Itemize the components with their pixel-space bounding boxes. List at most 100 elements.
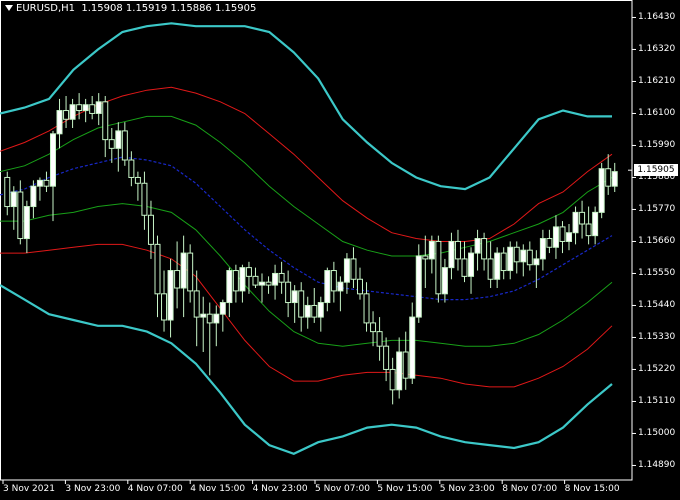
candle-bear [17, 191, 24, 240]
candle-bear [605, 168, 612, 187]
ohlc-values: 1.15908 1.15919 1.15886 1.15905 [81, 3, 257, 14]
price-tick-label: 1.16320 [638, 44, 676, 55]
candle-bull [539, 238, 546, 260]
candle-bear [363, 293, 370, 324]
candle-bear [487, 258, 494, 280]
candle-bear [461, 258, 468, 277]
time-tick-label: 3 Nov 2021 [3, 484, 55, 494]
candle-bear [245, 267, 252, 277]
candle-bear [330, 270, 337, 292]
candle-bear [187, 252, 194, 292]
candle-bull [95, 101, 102, 114]
candle-bear [4, 176, 11, 208]
candle-bear [298, 290, 305, 318]
candle-bull [337, 281, 344, 292]
candle-bear [389, 368, 396, 391]
candle-bull [592, 211, 599, 237]
candle-bear [546, 238, 553, 248]
candle-bull [507, 246, 514, 272]
candle-bear [559, 226, 566, 242]
candle-bear [174, 270, 181, 289]
price-tick-label: 1.15110 [638, 396, 676, 407]
candle-bull [200, 313, 207, 318]
price-tick-label: 1.16210 [638, 76, 676, 87]
candle-bull [239, 267, 246, 292]
symbol-label: EURUSD,H1 [16, 3, 76, 14]
candle-bear [252, 275, 259, 286]
candle-bear [43, 179, 50, 187]
candle-bear [134, 176, 141, 184]
candle-bear [585, 223, 592, 237]
candle-bear [128, 159, 135, 178]
candle-bear [63, 110, 70, 120]
candle-bear [108, 139, 115, 149]
price-tick-label: 1.16100 [638, 108, 676, 119]
price-tick-label: 1.15770 [638, 204, 676, 215]
candle-bull [598, 168, 605, 213]
candle-bear [481, 238, 488, 260]
candle-bear [102, 101, 109, 141]
time-tick-label: 8 Nov 15:00 [564, 484, 620, 494]
candle-bear [383, 345, 390, 370]
candle-bull [10, 191, 17, 208]
price-tick-label: 1.15440 [638, 300, 676, 311]
price-tick-label: 1.15990 [638, 140, 676, 151]
candle-bull [30, 185, 37, 208]
candle-bear [147, 214, 154, 245]
candle-bear [89, 104, 96, 114]
candle-bull [552, 226, 559, 248]
candle-bull [167, 270, 174, 321]
time-tick-label: 5 Nov 15:00 [377, 484, 433, 494]
band-inner-upper [0, 115, 613, 257]
candle-bull [396, 351, 403, 391]
candle-bear [500, 252, 507, 272]
candle-bear [154, 243, 161, 295]
candle-bear [76, 104, 83, 112]
candle-bull [49, 133, 56, 187]
candle-bear [285, 281, 292, 304]
candle-bull [343, 258, 350, 283]
candle-bull [304, 304, 311, 318]
candle-bear [350, 258, 357, 280]
candle-bear [232, 270, 239, 292]
candle-bull [180, 252, 187, 289]
price-tick-label: 1.15000 [638, 428, 676, 439]
candle-bull [494, 252, 501, 280]
candle-bear [454, 240, 461, 260]
candle-bull [474, 238, 481, 254]
time-tick-label: 4 Nov 23:00 [252, 484, 308, 494]
candle-bull [611, 171, 618, 187]
candle-bull [572, 211, 579, 234]
time-tick-label: 8 Nov 07:00 [502, 484, 558, 494]
candle-bull [36, 179, 43, 187]
candle-bull [56, 110, 63, 135]
candle-bull [520, 249, 527, 263]
symbol-info: EURUSD,H1 1.15908 1.15919 1.15886 1.1590… [5, 3, 256, 14]
candle-bear [193, 290, 200, 318]
time-tick-label: 3 Nov 23:00 [65, 484, 121, 494]
candle-bull [448, 240, 455, 269]
candle-bull [468, 252, 475, 277]
plot-frame [0, 0, 633, 481]
candle-bear [121, 130, 128, 161]
candle-bull [428, 240, 435, 260]
price-tick-label: 1.16430 [638, 12, 676, 23]
current-price-label: 1.15905 [634, 164, 678, 177]
candle-bull [213, 313, 220, 324]
band-center-line [0, 156, 613, 301]
candle-bull [69, 104, 76, 120]
candle-bull [324, 270, 331, 304]
candle-bull [441, 267, 448, 295]
candle-bear [579, 211, 586, 225]
candle-bear [513, 246, 520, 263]
price-tick-label: 1.15330 [638, 332, 676, 343]
price-tick-label: 1.14890 [638, 460, 676, 471]
chart-window[interactable]: EURUSD,H1 1.15908 1.15919 1.15886 1.1590… [0, 0, 680, 500]
candle-bear [526, 249, 533, 266]
candle-bear [206, 313, 213, 324]
candle-bull [566, 232, 573, 242]
price-chart[interactable] [0, 0, 680, 500]
candle-bull [272, 272, 279, 286]
dropdown-triangle-icon[interactable] [5, 5, 13, 11]
time-tick-label: 5 Nov 23:00 [439, 484, 495, 494]
